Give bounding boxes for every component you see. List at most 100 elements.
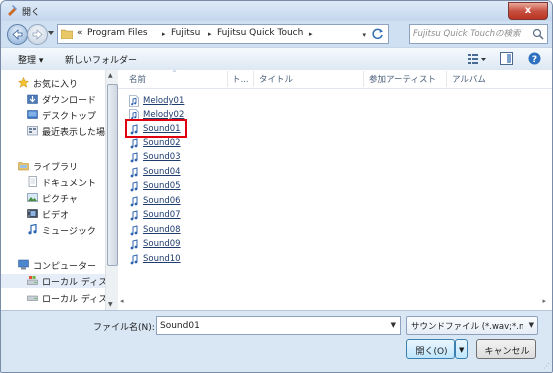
address-overflow[interactable]: « (77, 28, 83, 38)
audio-file-icon (130, 239, 138, 250)
column-header-name[interactable]: 名前 (129, 73, 146, 85)
back-arrow-icon (12, 29, 23, 40)
close-button[interactable]: x (508, 2, 548, 20)
filename-dropdown-icon[interactable]: ▼ (391, 321, 396, 329)
scroll-down-icon[interactable]: ▼ (108, 301, 113, 308)
column-divider[interactable] (363, 71, 364, 87)
scroll-right-icon[interactable]: ▸ (542, 297, 546, 305)
column-header-track[interactable]: ト... (232, 73, 249, 85)
address-dropdown-icon[interactable]: ▾ (362, 31, 366, 39)
scroll-left-icon[interactable]: ◂ (120, 297, 124, 305)
file-name[interactable]: Sound03 (143, 152, 181, 162)
title-bar[interactable]: 開く x (1, 1, 552, 21)
file-list-pane[interactable]: ^ 名前 ト... タイトル 参加アーティスト アルバム Melody01 Me… (118, 70, 552, 310)
filetype-value: サウンドファイル (*.wav;*.m (411, 322, 523, 332)
audio-file-icon (130, 181, 138, 192)
address-separator-icon[interactable]: ▸ (208, 30, 212, 38)
nav-item-label: デスクトップ (42, 112, 97, 122)
nav-item-label: ミュージック (42, 227, 96, 237)
local-disk-icon (27, 276, 38, 285)
filetype-dropdown-icon[interactable]: ▼ (529, 321, 534, 329)
file-name[interactable]: Sound07 (143, 210, 181, 220)
close-icon: x (524, 5, 532, 16)
audio-file-icon (129, 95, 139, 107)
scroll-up-icon[interactable]: ▲ (108, 72, 113, 79)
column-header-title[interactable]: タイトル (259, 73, 293, 85)
nav-item-desktop[interactable]: デスクトップ (1, 108, 105, 122)
computer-icon (18, 259, 29, 270)
open-button-label: 開く(O) (415, 347, 448, 357)
file-name[interactable]: Sound02 (143, 138, 181, 148)
nav-item-recent-places[interactable]: 最近表示した場 (1, 124, 105, 138)
file-name[interactable]: Sound10 (143, 254, 181, 264)
column-divider[interactable] (253, 71, 254, 87)
nav-pane-scroll-thumb[interactable] (107, 84, 118, 266)
nav-item-music[interactable]: ミュージック (1, 223, 105, 237)
nav-item-local-disk-d[interactable]: ローカル ディス (1, 291, 105, 305)
file-name[interactable]: Sound05 (143, 181, 181, 191)
column-divider[interactable] (227, 71, 228, 87)
nav-item-favorites[interactable]: お気に入り (1, 76, 105, 90)
nav-item-computer[interactable]: コンピューター (1, 258, 105, 272)
filename-input[interactable] (160, 319, 380, 332)
address-separator-icon[interactable]: ▸ (162, 30, 166, 38)
file-name[interactable]: Sound06 (143, 196, 181, 206)
open-button[interactable]: 開く(O) (406, 339, 455, 359)
file-name[interactable]: Sound08 (143, 225, 181, 235)
address-segment-fujitsu[interactable]: Fujitsu (171, 28, 200, 38)
file-name[interactable]: Sound04 (143, 167, 181, 177)
forward-button[interactable] (27, 24, 48, 45)
cancel-button[interactable]: キャンセル (476, 339, 536, 359)
file-name[interactable]: Melody01 (143, 96, 184, 106)
filename-combobox[interactable]: ▼ (156, 316, 401, 335)
nav-item-label: ドキュメント (42, 179, 97, 189)
nav-item-local-disk-c[interactable]: ローカル ディス (1, 274, 105, 288)
recent-pages-dropdown-icon[interactable] (48, 31, 54, 35)
library-icon (18, 162, 29, 171)
address-segment-fujitsu-quick-touch[interactable]: Fujitsu Quick Touch (217, 28, 303, 38)
navigation-pane[interactable]: お気に入り ダウンロード デスクトップ 最近表示した場 ライブラリ ドキュメント (1, 70, 105, 310)
sound01-highlight-box (125, 119, 187, 138)
search-input[interactable] (413, 27, 528, 40)
view-options-icon[interactable] (467, 52, 487, 65)
file-name[interactable]: Sound09 (143, 239, 181, 249)
address-bar[interactable]: « Program Files ▸ Fujitsu ▸ Fujitsu Quic… (57, 24, 389, 44)
nav-item-label: お気に入り (33, 80, 79, 90)
nav-item-downloads[interactable]: ダウンロード (1, 92, 105, 106)
column-header-contributing-artists[interactable]: 参加アーティスト (369, 73, 436, 85)
address-segment-program-files[interactable]: Program Files (87, 28, 148, 38)
help-icon[interactable]: ? (528, 52, 541, 65)
desktop-icon (27, 110, 38, 119)
nav-item-libraries[interactable]: ライブラリ (1, 159, 105, 173)
horizontal-scrollbar[interactable]: ◂ ▸ (118, 294, 552, 308)
nav-item-label: コンピューター (33, 262, 97, 272)
new-folder-button[interactable]: 新しいフォルダー (65, 53, 137, 66)
recent-places-icon (27, 126, 38, 136)
forward-arrow-icon (32, 29, 43, 40)
star-icon (18, 77, 29, 88)
address-separator-icon[interactable]: ▸ (309, 30, 313, 38)
open-dialog-window: 開く x « Program Files ▸ Fujitsu ▸ Fujitsu… (0, 0, 553, 373)
resize-grip-icon[interactable]: ⋰ (543, 362, 550, 370)
folder-icon (61, 29, 73, 39)
audio-file-icon (130, 138, 138, 149)
nav-pane-scrollbar[interactable]: ▲ ▼ (105, 70, 118, 310)
organize-menu-button[interactable]: 整理 ▾ (18, 53, 43, 66)
column-divider[interactable] (446, 71, 447, 87)
audio-file-icon (130, 152, 138, 163)
preview-pane-icon[interactable] (500, 52, 513, 65)
nav-item-documents[interactable]: ドキュメント (1, 175, 105, 189)
nav-item-videos[interactable]: ビデオ (1, 207, 105, 221)
search-box[interactable] (409, 24, 548, 44)
window-title: 開く (22, 8, 41, 18)
nav-item-label: 最近表示した場 (42, 128, 105, 138)
column-header-album[interactable]: アルバム (452, 73, 486, 85)
filetype-select[interactable]: サウンドファイル (*.wav;*.m ▼ (406, 316, 538, 335)
nav-item-pictures[interactable]: ピクチャ (1, 191, 105, 205)
dialog-footer: ファイル名(N): ▼ サウンドファイル (*.wav;*.m ▼ 開く(O) … (1, 311, 552, 372)
refresh-icon[interactable] (371, 27, 385, 41)
chevron-down-icon: ▼ (459, 346, 465, 354)
open-options-dropdown[interactable]: ▼ (455, 339, 468, 359)
back-button[interactable] (7, 24, 28, 45)
search-icon[interactable] (532, 28, 544, 40)
